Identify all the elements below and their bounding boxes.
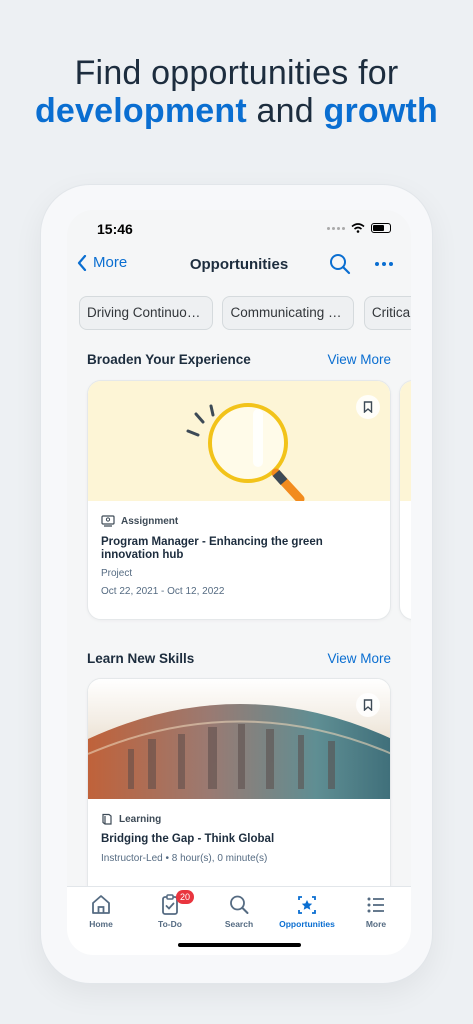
tab-label: Home	[89, 919, 113, 929]
chevron-left-icon	[77, 254, 87, 271]
back-button[interactable]: More	[77, 254, 127, 271]
tab-todo[interactable]: 20 To-Do	[136, 890, 204, 933]
headline-line-1: Find opportunities for	[74, 54, 399, 92]
search-icon	[230, 895, 249, 914]
opportunity-card-learning[interactable]: Learning Bridging the Gap - Think Global…	[87, 678, 391, 918]
view-more-link[interactable]: View More	[327, 651, 391, 666]
tab-label: To-Do	[158, 919, 182, 929]
back-button-label: More	[93, 254, 128, 271]
tab-bar: Home 20 To-Do Search Opportunities More	[67, 886, 411, 955]
list-icon	[367, 897, 384, 913]
tab-search[interactable]: Search	[205, 893, 273, 933]
headline-joiner: and	[256, 92, 314, 130]
card-subtitle: Instructor-Led • 8 hour(s), 0 minute(s)	[101, 853, 268, 864]
section-title: Broaden Your Experience	[87, 352, 251, 367]
tab-home[interactable]: Home	[67, 893, 135, 933]
card-image-peek	[400, 381, 411, 501]
navigation-bar: More Opportunities	[67, 248, 411, 284]
card-type-label: Learning	[119, 813, 162, 825]
card-dates: Oct 22, 2021 - Oct 12, 2022	[101, 586, 225, 597]
city-globe-photo	[88, 679, 390, 799]
wifi-icon	[351, 223, 365, 233]
headline-accent-development: development	[34, 92, 247, 130]
marketing-headline: Find opportunities for development and g…	[0, 54, 473, 130]
phone-screen: 15:46 More Opportunities Driving Continu…	[67, 210, 411, 955]
card-title: Program Manager - Enhancing the green in…	[101, 536, 323, 561]
ellipsis-icon[interactable]	[373, 253, 395, 275]
book-icon	[102, 813, 112, 825]
card-type: Assignment	[101, 515, 178, 527]
section-title: Learn New Skills	[87, 651, 195, 666]
bookmark-icon	[363, 699, 373, 711]
status-time: 15:46	[97, 221, 133, 237]
assignment-icon	[101, 515, 115, 527]
card-type: Learning	[101, 813, 161, 825]
chip-critical[interactable]: Critical T	[363, 296, 411, 330]
card-subtitle: Project	[101, 568, 133, 579]
home-indicator[interactable]	[178, 943, 301, 947]
view-more-link[interactable]: View More	[327, 352, 391, 367]
chip-communicating[interactable]: Communicating E...	[222, 296, 355, 330]
headline-accent-growth: growth	[323, 92, 439, 130]
bookmark-icon	[363, 401, 373, 413]
headline-line-2: development and growth	[0, 92, 473, 130]
tab-label: Search	[224, 919, 254, 929]
magnifier-illustration-icon	[186, 403, 305, 504]
status-icons	[327, 223, 391, 233]
chip-driving-continuous[interactable]: Driving Continuou...	[79, 296, 213, 330]
bookmark-button[interactable]	[356, 395, 380, 419]
card-title: Bridging the Gap - Think Global	[101, 833, 275, 845]
tab-label: Opportunities	[279, 919, 335, 929]
tab-opportunities[interactable]: Opportunities	[273, 893, 341, 933]
opportunity-card-next-peek[interactable]	[399, 380, 411, 620]
todo-badge: 20	[176, 890, 194, 904]
battery-icon	[371, 223, 391, 233]
status-bar: 15:46	[67, 210, 411, 248]
tab-label: More	[365, 919, 387, 929]
opportunity-card-assignment[interactable]: Assignment Program Manager - Enhancing t…	[87, 380, 391, 620]
section-header-broaden: Broaden Your Experience View More	[87, 352, 391, 372]
search-icon[interactable]	[329, 253, 351, 275]
card-type-label: Assignment	[121, 515, 179, 527]
home-icon	[92, 895, 110, 914]
city-photo-image	[88, 679, 390, 799]
bookmark-button[interactable]	[356, 693, 380, 717]
magnifying-glass-illustration	[88, 381, 390, 504]
opportunities-icon	[298, 896, 316, 914]
signal-icon	[327, 226, 345, 230]
filter-chips: Driving Continuou... Communicating E... …	[79, 296, 411, 330]
tab-more[interactable]: More	[342, 893, 410, 933]
section-header-learn: Learn New Skills View More	[87, 651, 391, 671]
